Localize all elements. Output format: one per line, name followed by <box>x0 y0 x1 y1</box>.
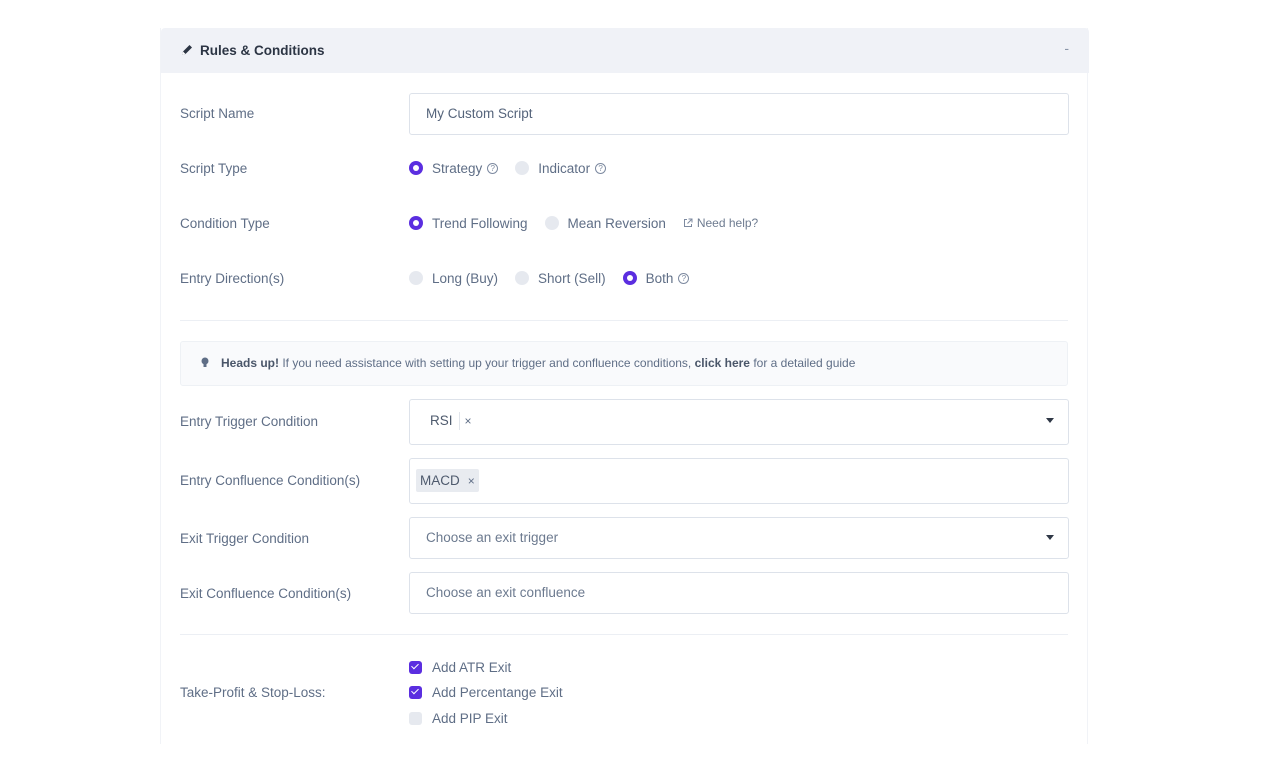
chevron-down-icon[interactable] <box>1046 418 1054 423</box>
selected-tag: RSI × <box>430 412 472 430</box>
exit-confluence-input[interactable]: Choose an exit confluence <box>409 572 1069 614</box>
tag-label: RSI <box>430 413 453 428</box>
entry-confluence-label: Entry Confluence Condition(s) <box>180 473 361 488</box>
exit-trigger-label: Exit Trigger Condition <box>180 531 310 546</box>
radio-indicator-label: Indicator <box>538 160 591 176</box>
card-header[interactable]: Rules & Conditions - <box>161 28 1089 73</box>
checkbox-percentage-exit[interactable]: Add Percentange Exit <box>409 683 563 701</box>
lightbulb-icon <box>201 357 209 367</box>
radio-mean-indicator[interactable] <box>544 216 559 230</box>
help-icon[interactable]: ? <box>678 272 690 284</box>
radio-long[interactable]: Long (Buy) <box>409 271 498 286</box>
script-type-label: Script Type <box>180 161 248 176</box>
card-title: Rules & Conditions <box>200 43 325 58</box>
radio-mean-label: Mean Reversion <box>567 215 666 231</box>
radio-indicator-indicator[interactable] <box>515 161 530 175</box>
tag-label: MACD <box>420 472 460 488</box>
radio-both[interactable]: Both ? <box>622 270 690 286</box>
radio-short-label: Short (Sell) <box>538 270 606 286</box>
script-name-label: Script Name <box>180 106 255 121</box>
selected-tag: MACD × <box>416 469 479 492</box>
entry-trigger-label: Entry Trigger Condition <box>180 414 319 429</box>
tp-sl-label: Take-Profit & Stop-Loss: <box>180 685 326 700</box>
script-name-input[interactable]: My Custom Script <box>409 93 1069 135</box>
alert-text: If you need assistance with setting up y… <box>279 356 695 370</box>
radio-trend-indicator[interactable] <box>409 216 423 230</box>
checkbox-atr-label: Add ATR Exit <box>432 659 512 675</box>
heads-up-alert: Heads up! If you need assistance with se… <box>180 341 1068 386</box>
exit-trigger-placeholder: Choose an exit trigger <box>426 530 559 545</box>
radio-short[interactable]: Short (Sell) <box>515 271 606 286</box>
need-help-link[interactable]: Need help? <box>683 216 758 230</box>
rules-conditions-card: Rules & Conditions - Script Name My Cust… <box>160 28 1089 744</box>
script-type-group: Strategy ? Indicator ? <box>409 158 623 178</box>
chevron-down-icon[interactable] <box>1046 535 1054 540</box>
entry-trigger-select[interactable]: RSI × <box>409 399 1069 445</box>
entry-direction-group: Long (Buy) Short (Sell) Both ? <box>409 268 706 288</box>
exit-confluence-placeholder: Choose an exit confluence <box>426 585 586 600</box>
radio-both-indicator[interactable] <box>622 271 637 285</box>
radio-trend-following[interactable]: Trend Following <box>409 216 528 231</box>
radio-strategy-label: Strategy <box>432 160 483 176</box>
help-icon[interactable]: ? <box>487 162 499 174</box>
radio-short-indicator[interactable] <box>515 271 530 285</box>
external-link-icon <box>683 218 693 227</box>
alert-suffix: for a detailed guide <box>749 356 856 370</box>
entry-confluence-select[interactable]: MACD × <box>409 458 1069 504</box>
radio-strategy[interactable]: Strategy ? <box>409 160 499 176</box>
radio-trend-label: Trend Following <box>432 215 528 231</box>
radio-long-indicator[interactable] <box>409 271 423 285</box>
exit-confluence-label: Exit Confluence Condition(s) <box>180 586 352 601</box>
entry-direction-label: Entry Direction(s) <box>180 271 285 286</box>
radio-indicator[interactable]: Indicator ? <box>515 160 607 176</box>
section-divider <box>180 634 1068 635</box>
exit-trigger-select[interactable]: Choose an exit trigger <box>409 517 1069 559</box>
checkbox-atr-exit[interactable]: Add ATR Exit <box>409 658 511 676</box>
alert-link[interactable]: click here <box>695 356 750 370</box>
alert-strong: Heads up! <box>221 356 280 370</box>
checkbox-pip-label: Add PIP Exit <box>432 710 508 726</box>
checkbox-percentage-label: Add Percentange Exit <box>432 684 563 700</box>
need-help-label: Need help? <box>696 216 759 230</box>
condition-type-label: Condition Type <box>180 216 270 231</box>
checkbox-pip-box[interactable] <box>409 711 422 725</box>
radio-both-label: Both <box>645 270 674 286</box>
remove-tag-button[interactable]: × <box>465 412 472 430</box>
pencil-icon <box>182 45 192 55</box>
tag-separator <box>458 412 460 430</box>
radio-long-label: Long (Buy) <box>432 270 499 286</box>
remove-tag-button[interactable]: × <box>468 461 475 501</box>
help-icon[interactable]: ? <box>595 162 607 174</box>
collapse-button[interactable]: - <box>1064 40 1069 56</box>
condition-type-group: Trend Following Mean Reversion Need help… <box>409 213 758 233</box>
checkbox-atr-box[interactable] <box>409 660 422 674</box>
checkbox-pip-exit[interactable]: Add PIP Exit <box>409 709 508 727</box>
section-divider <box>180 320 1068 321</box>
radio-strategy-indicator[interactable] <box>409 161 423 175</box>
checkbox-percentage-box[interactable] <box>409 685 422 699</box>
radio-mean-reversion[interactable]: Mean Reversion <box>544 215 666 231</box>
